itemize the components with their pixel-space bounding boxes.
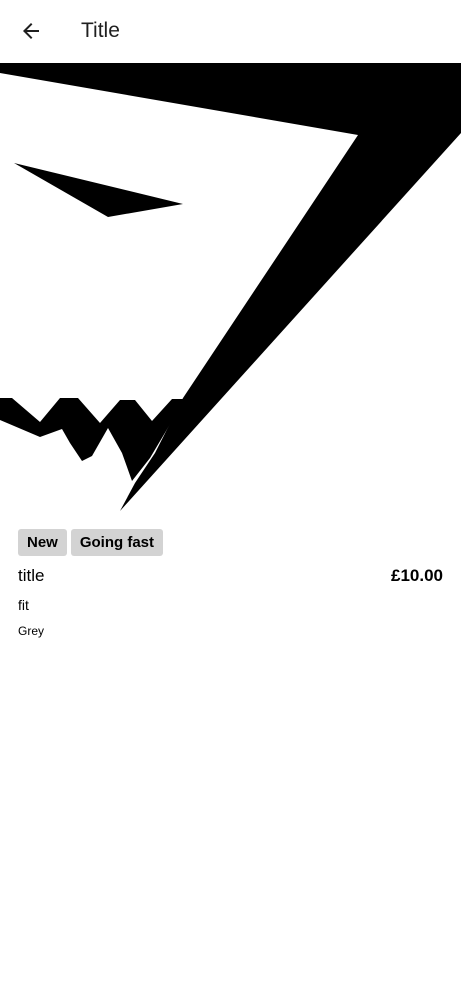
product-fit: fit [18,597,29,613]
page-title: Title [81,19,120,42]
product-price: £10.00 [391,566,443,585]
product-title-row: title £10.00 [18,565,443,589]
logo-eye-shape [14,163,183,217]
product-colour: Grey [18,624,45,638]
back-button[interactable] [8,8,54,54]
badge-list: New Going fast [18,529,164,556]
arrow-back-icon [23,23,39,39]
badge-going-fast: Going fast [70,529,164,556]
product-title: title [18,566,45,585]
app-bar: Title [0,0,461,62]
product-image[interactable] [0,63,461,513]
brand-logo-graphic [0,63,461,511]
logo-top-shape [0,63,461,511]
badge-new: New [18,529,67,556]
